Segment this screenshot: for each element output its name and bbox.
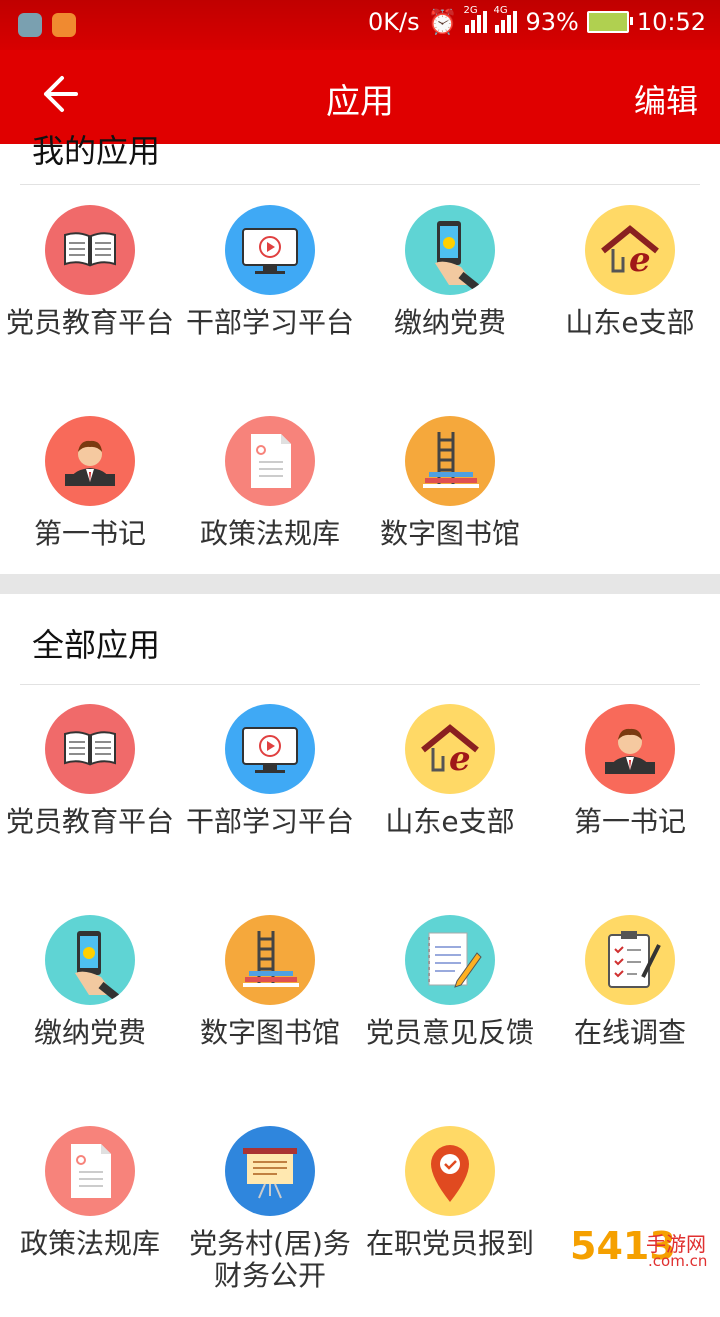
- library-icon: [225, 915, 315, 1005]
- all-apps-item[interactable]: 缴纳党费: [0, 895, 180, 1106]
- book-icon: [45, 205, 135, 295]
- all-apps-item[interactable]: 党务村(居)务财务公开: [180, 1106, 360, 1317]
- all-apps-item[interactable]: 数字图书馆: [180, 895, 360, 1106]
- all-apps-item-label: 第一书记: [573, 805, 686, 838]
- my-apps-item-label: 干部学习平台: [185, 306, 354, 339]
- all-apps-item-label: 干部学习平台: [185, 805, 354, 838]
- all-apps-item-label: 党务村(居)务财务公开: [189, 1227, 351, 1292]
- all-apps-item[interactable]: 在职党员报到: [360, 1106, 540, 1317]
- document-icon: [225, 416, 315, 506]
- my-apps-item-label: 第一书记: [33, 517, 146, 550]
- all-apps-item[interactable]: 第一书记: [540, 684, 720, 895]
- my-apps-title: 我的应用: [32, 132, 161, 170]
- phone-payment-icon: [45, 915, 135, 1005]
- all-apps-item-label: 山东e支部: [385, 805, 515, 838]
- all-apps-item-label: 政策法规库: [19, 1227, 160, 1260]
- my-apps-item-label: 缴纳党费: [393, 306, 506, 339]
- map-pin-icon: [405, 1126, 495, 1216]
- battery-icon: [586, 11, 633, 33]
- all-apps-item-label: 党员教育平台: [5, 805, 174, 838]
- all-apps-item[interactable]: 在线调查: [540, 895, 720, 1106]
- all-apps-item-label: 数字图书馆: [199, 1016, 340, 1049]
- person-icon: [45, 416, 135, 506]
- monitor-play-icon: [225, 205, 315, 295]
- clock: 10:52: [636, 8, 706, 36]
- library-icon: [405, 416, 495, 506]
- document-icon: [45, 1126, 135, 1216]
- all-apps-item-label: 缴纳党费: [33, 1016, 146, 1049]
- all-apps-item[interactable]: 政策法规库: [0, 1106, 180, 1317]
- my-apps-grid: 党员教育平台 干部学习平台 缴纳党费 e 山东e支部第一书记 政策法规库 数字图书馆: [0, 185, 720, 607]
- svg-text:e: e: [629, 240, 651, 280]
- clipboard-icon: [585, 915, 675, 1005]
- status-bar: 0K/s ⏰ 2G 4G 93% 10:52: [0, 0, 720, 50]
- page-title: 应用: [326, 82, 394, 122]
- all-apps-item-label: 党员意见反馈: [365, 1016, 534, 1049]
- section-separator: [0, 574, 720, 594]
- alarm-icon: ⏰: [427, 8, 458, 36]
- signal-icon: 4G: [493, 5, 518, 33]
- all-apps-item-label: 在职党员报到: [365, 1227, 534, 1260]
- all-apps-item[interactable]: 党员意见反馈: [360, 895, 540, 1106]
- watermark-logo: 5413 手游网 .com.cn: [560, 1222, 720, 1280]
- svg-text:e: e: [449, 739, 471, 779]
- monitor-play-icon: [225, 704, 315, 794]
- home-e-icon: e: [405, 704, 495, 794]
- all-apps-title: 全部应用: [32, 626, 161, 664]
- battery-percent: 93%: [525, 8, 579, 36]
- my-apps-item[interactable]: e 山东e支部: [540, 185, 720, 396]
- person-icon: [585, 704, 675, 794]
- my-apps-item[interactable]: 缴纳党费: [360, 185, 540, 396]
- my-apps-item[interactable]: 党员教育平台: [0, 185, 180, 396]
- my-apps-item-label: 政策法规库: [199, 517, 340, 550]
- app-notification-icon: [52, 13, 76, 37]
- net-speed: 0K/s: [367, 8, 420, 36]
- my-apps-item[interactable]: 干部学习平台: [180, 185, 360, 396]
- presentation-board-icon: [225, 1126, 315, 1216]
- notebook-pen-icon: [405, 915, 495, 1005]
- edit-button[interactable]: 编辑: [634, 76, 698, 122]
- all-apps-item[interactable]: 干部学习平台: [180, 684, 360, 895]
- my-apps-item-label: 数字图书馆: [379, 517, 520, 550]
- all-apps-item[interactable]: e 山东e支部: [360, 684, 540, 895]
- book-icon: [45, 704, 135, 794]
- all-apps-item-label: 在线调查: [573, 1016, 686, 1049]
- phone-payment-icon: [405, 205, 495, 295]
- home-e-icon: e: [585, 205, 675, 295]
- all-apps-item[interactable]: 党员教育平台: [0, 684, 180, 895]
- my-apps-item-label: 山东e支部: [565, 306, 695, 339]
- my-apps-item-label: 党员教育平台: [5, 306, 174, 339]
- signal-icon: 2G: [463, 5, 488, 33]
- android-notification-icon: [18, 13, 42, 37]
